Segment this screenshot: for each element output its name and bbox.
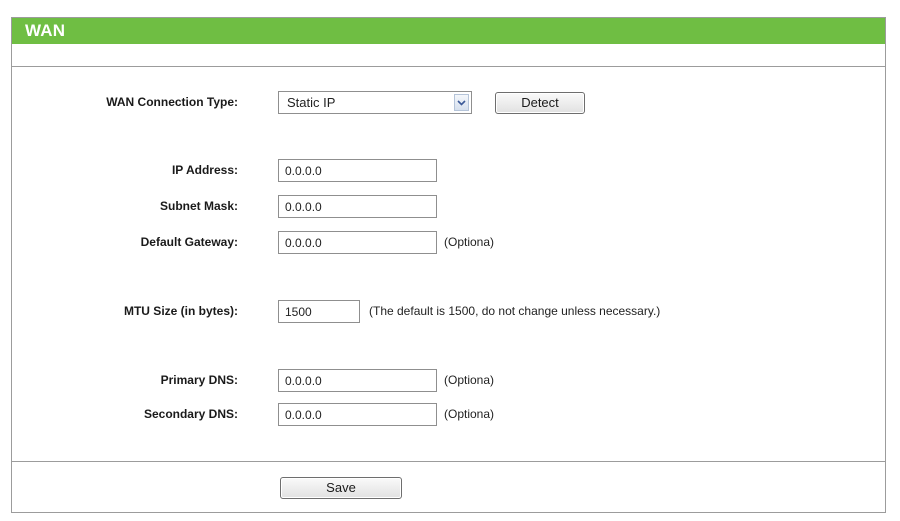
bottom-divider <box>12 461 885 462</box>
ip-address-input[interactable] <box>278 159 437 182</box>
default-gateway-hint: (Optiona) <box>444 235 495 249</box>
mtu-size-hint: (The default is 1500, do not change unle… <box>369 304 661 318</box>
secondary-dns-label: Secondary DNS: <box>143 407 238 421</box>
save-button[interactable]: Save <box>280 477 402 499</box>
wan-connection-type-value: Static IP <box>287 95 336 110</box>
top-divider <box>12 66 885 67</box>
primary-dns-hint: (Optiona) <box>444 373 495 387</box>
mtu-size-input[interactable] <box>278 300 360 323</box>
secondary-dns-hint: (Optiona) <box>444 407 495 421</box>
subnet-mask-input[interactable] <box>278 195 437 218</box>
secondary-dns-input[interactable] <box>278 403 437 426</box>
default-gateway-input[interactable] <box>278 231 437 254</box>
wan-connection-type-label: WAN Connection Type: <box>106 95 238 109</box>
wan-panel: WAN WAN Connection Type: Static IP Detec… <box>11 17 886 513</box>
default-gateway-label: Default Gateway: <box>140 235 238 249</box>
ip-address-label: IP Address: <box>171 163 238 177</box>
page-title: WAN <box>25 21 66 40</box>
primary-dns-label: Primary DNS: <box>160 373 238 387</box>
mtu-size-label: MTU Size (in bytes): <box>123 304 238 318</box>
primary-dns-input[interactable] <box>278 369 437 392</box>
panel-header: WAN <box>12 18 885 44</box>
subnet-mask-label: Subnet Mask: <box>159 199 238 213</box>
chevron-down-icon[interactable] <box>454 94 469 111</box>
detect-button[interactable]: Detect <box>495 92 585 114</box>
wan-connection-type-select[interactable]: Static IP <box>278 91 472 114</box>
